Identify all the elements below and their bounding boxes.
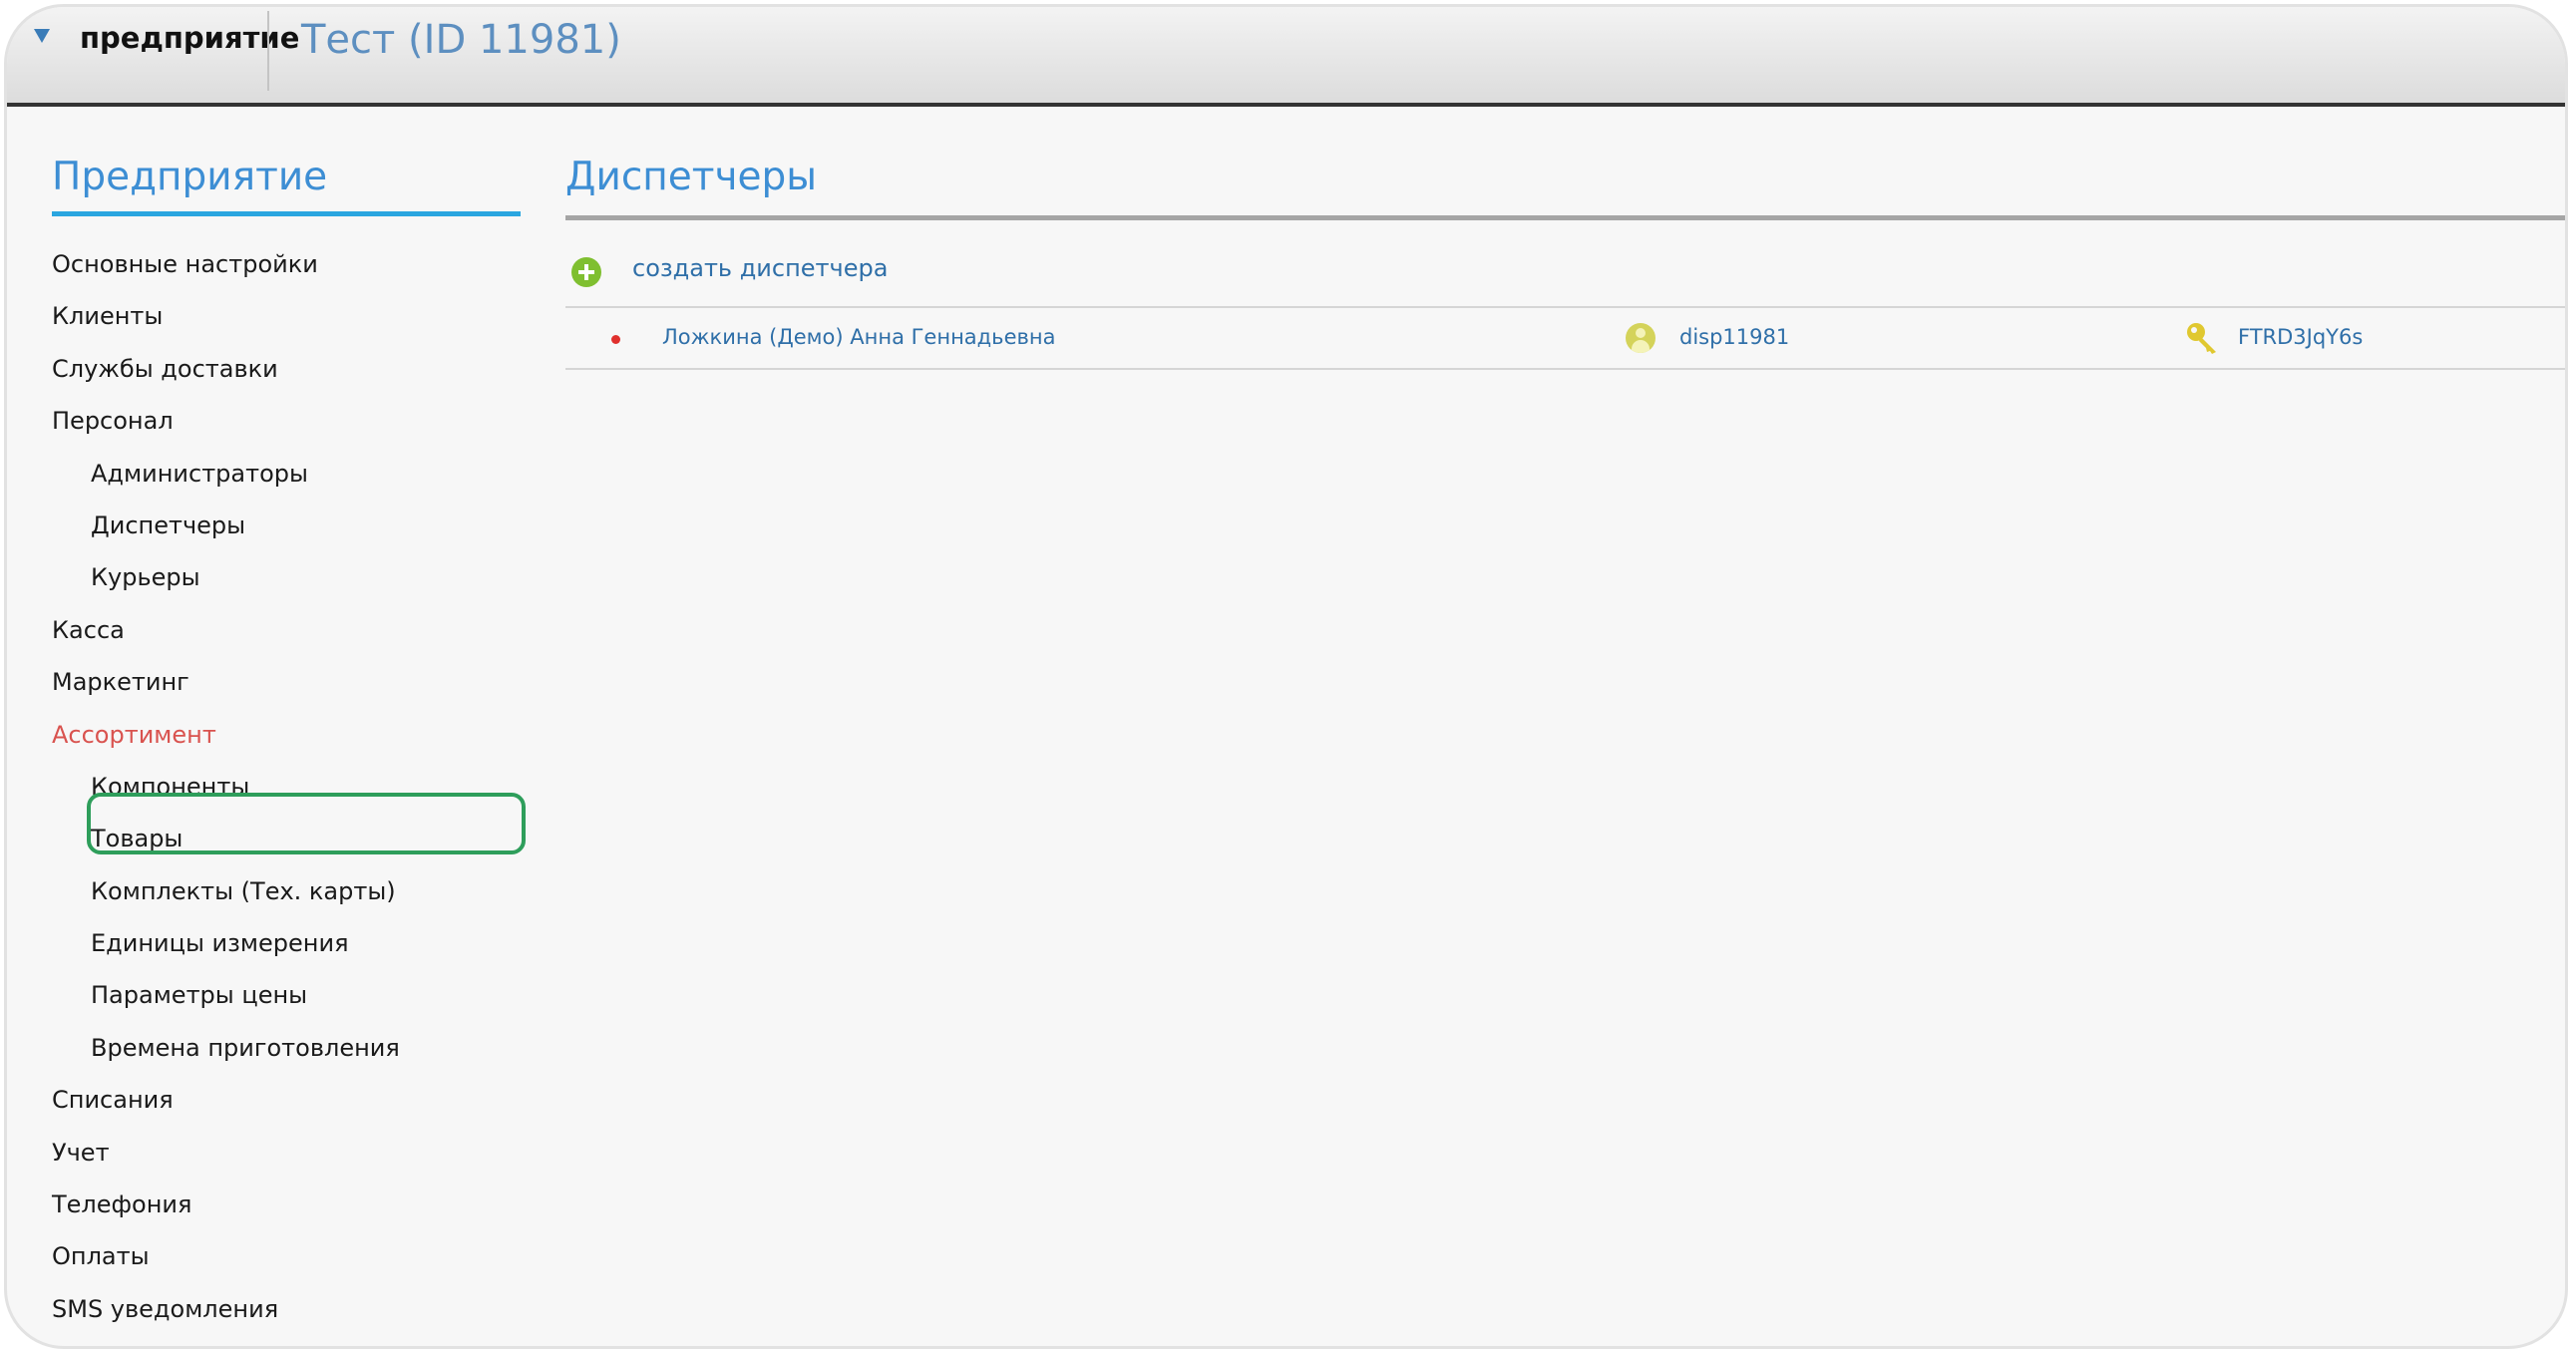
sidebar-menu: Основные настройки Клиенты Службы достав…	[52, 238, 521, 1346]
user-icon	[1626, 323, 1656, 353]
header-divider	[267, 11, 269, 91]
sidebar-item-clients[interactable]: Клиенты	[52, 290, 521, 342]
sidebar-item-basic-settings[interactable]: Основные настройки	[52, 238, 521, 290]
sidebar-item-staff[interactable]: Персонал	[52, 395, 521, 447]
page-title: Тест (ID 11981)	[301, 17, 621, 63]
sidebar-item-couriers[interactable]: Курьеры	[52, 551, 521, 603]
sidebar-item-write-offs[interactable]: Списания	[52, 1074, 521, 1126]
sidebar-item-assortment[interactable]: Ассортимент	[52, 709, 521, 761]
plus-circle-icon[interactable]	[571, 257, 601, 287]
sidebar-item-delivery-services[interactable]: Службы доставки	[52, 343, 521, 395]
sidebar-item-units[interactable]: Единицы измерения	[52, 917, 521, 969]
sidebar-item-price-params[interactable]: Параметры цены	[52, 969, 521, 1021]
main-heading: Диспетчеры	[565, 147, 2565, 220]
sidebar-item-geozones[interactable]: Геозоны	[52, 1335, 521, 1346]
dispatcher-login: disp11981	[1679, 325, 1790, 349]
sidebar-heading: Предприятие	[52, 147, 521, 216]
sidebar-item-accounting[interactable]: Учет	[52, 1127, 521, 1179]
create-dispatcher-link[interactable]: создать диспетчера	[632, 254, 888, 282]
key-icon	[2187, 323, 2216, 354]
sidebar-item-kits[interactable]: Комплекты (Тех. карты)	[52, 865, 521, 917]
sidebar: Предприятие Основные настройки Клиенты С…	[52, 147, 521, 1346]
create-dispatcher-row: создать диспетчера	[565, 220, 2565, 308]
sidebar-item-cooking-times[interactable]: Времена приготовления	[52, 1022, 521, 1074]
status-dot	[611, 335, 620, 344]
sidebar-item-components[interactable]: Компоненты	[52, 761, 521, 813]
sidebar-item-cashbox[interactable]: Касса	[52, 604, 521, 656]
sidebar-item-sms[interactable]: SMS уведомления	[52, 1283, 521, 1335]
dispatcher-name-link[interactable]: Ложкина (Демо) Анна Геннадьевна	[662, 325, 1055, 349]
app-window: предприятие Тест (ID 11981) Предприятие …	[4, 4, 2568, 1349]
top-bar: предприятие Тест (ID 11981)	[7, 7, 2565, 107]
sidebar-item-marketing[interactable]: Маркетинг	[52, 656, 521, 708]
caret-down-icon[interactable]	[34, 29, 50, 43]
sidebar-item-administrators[interactable]: Администраторы	[52, 448, 521, 500]
sidebar-item-products[interactable]: Товары	[52, 813, 521, 864]
table-row: Ложкина (Демо) Анна Геннадьевна disp1198…	[565, 308, 2565, 370]
dispatcher-password: FTRD3JqY6s	[2238, 325, 2364, 349]
main-content: Диспетчеры создать диспетчера Ложкина (Д…	[565, 147, 2565, 370]
sidebar-item-dispatchers[interactable]: Диспетчеры	[52, 500, 521, 551]
sidebar-item-telephony[interactable]: Телефония	[52, 1179, 521, 1230]
sidebar-item-payments[interactable]: Оплаты	[52, 1230, 521, 1282]
